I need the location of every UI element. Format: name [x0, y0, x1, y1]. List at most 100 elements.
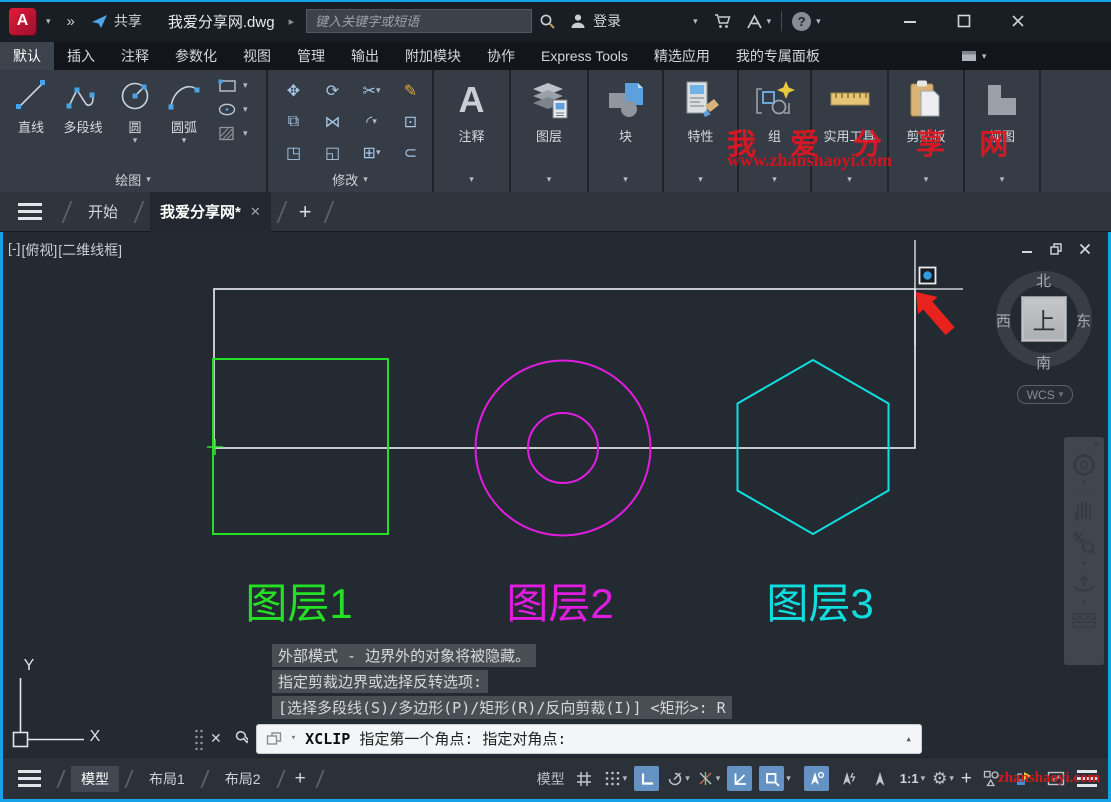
ribbon-tab-default[interactable]: 默认: [0, 42, 54, 70]
window-minimize-button[interactable]: [903, 14, 917, 28]
panel-clipboard[interactable]: 剪贴板 ▾: [889, 70, 965, 192]
cart-icon[interactable]: [714, 13, 732, 29]
tool-rectangle[interactable]: ▾: [218, 78, 248, 93]
tool-stretch[interactable]: ◳: [274, 137, 313, 168]
viewport-minimize-control[interactable]: [-]: [8, 240, 20, 260]
ribbon-tab-featured-apps[interactable]: 精选应用: [641, 42, 723, 70]
dock-drag-handle[interactable]: [194, 728, 203, 750]
model-tab[interactable]: 模型: [71, 766, 119, 792]
ribbon-tab-manage[interactable]: 管理: [284, 42, 338, 70]
ribbon-tab-annotate[interactable]: 注释: [108, 42, 162, 70]
panel-utilities[interactable]: 实用工具 ▾: [812, 70, 889, 192]
tool-arc[interactable]: 圆弧 ▾: [158, 76, 210, 145]
viewcube-west[interactable]: 西: [996, 310, 1011, 331]
layer2-label[interactable]: 图层2: [506, 580, 613, 627]
signin-button[interactable]: 登录: [593, 11, 621, 31]
search-icon[interactable]: [539, 13, 556, 30]
app-menu-dropdown-icon[interactable]: ▾: [46, 17, 51, 26]
search-input[interactable]: [306, 9, 532, 33]
ortho-mode-toggle[interactable]: [634, 766, 659, 791]
clean-screen-button[interactable]: [1043, 766, 1068, 791]
navbar-close-icon[interactable]: ✕: [1092, 439, 1100, 450]
file-tab-start[interactable]: 开始: [78, 201, 128, 222]
tool-scale[interactable]: ◱: [313, 137, 352, 168]
filename-flyout-icon[interactable]: ▸: [289, 15, 295, 28]
tool-copy[interactable]: ⧉: [274, 106, 313, 137]
autodesk-logo-icon[interactable]: [746, 14, 763, 29]
annotation-scale-value[interactable]: 1:1 ▾: [900, 771, 925, 786]
layout-menu-icon[interactable]: [18, 770, 41, 787]
ribbon-tab-collaborate[interactable]: 协作: [474, 42, 528, 70]
pan-hand-icon[interactable]: [1072, 496, 1096, 522]
layer1-rectangle[interactable]: [213, 359, 388, 534]
command-dropdown-icon[interactable]: ▾: [291, 734, 296, 743]
snap-mode-toggle[interactable]: ▾: [604, 770, 628, 787]
panel-draw-footer[interactable]: 绘图 ▾: [0, 169, 266, 192]
wheel-dropdown-icon[interactable]: ▾: [1082, 478, 1087, 487]
panel-flyout-icon[interactable]: ▾: [623, 175, 628, 184]
circle-dropdown-icon[interactable]: ▾: [133, 136, 138, 145]
panel-flyout-icon[interactable]: ▾: [772, 175, 777, 184]
navigation-bar[interactable]: ✕ ▾ ▾ ▾: [1064, 437, 1104, 665]
tool-trim[interactable]: ✂▾: [352, 75, 391, 106]
panel-flyout-icon[interactable]: ▾: [469, 175, 474, 184]
ribbon-tab-view[interactable]: 视图: [230, 42, 284, 70]
tool-array[interactable]: ⊞▾: [352, 137, 391, 168]
status-customize-menu-icon[interactable]: [1077, 770, 1097, 787]
window-maximize-button[interactable]: [957, 14, 971, 28]
drawing-canvas[interactable]: 图层1 图层2 图层3 Y X [-] [俯视] [二维线框] 北: [0, 232, 1111, 757]
orbit-icon[interactable]: [1071, 572, 1097, 596]
ribbon-tab-insert[interactable]: 插入: [54, 42, 108, 70]
object-snap-tracking-toggle[interactable]: ▾: [697, 770, 721, 787]
navigation-wheel-icon[interactable]: [1071, 452, 1097, 478]
ribbon-collapse-button[interactable]: ▾: [961, 42, 987, 70]
zoom-dropdown-icon[interactable]: ▾: [1082, 559, 1087, 568]
app-menu-button[interactable]: A: [9, 8, 36, 35]
viewport-visual-style-control[interactable]: [二维线框]: [58, 240, 122, 260]
tool-rotate[interactable]: ⟳: [313, 75, 352, 106]
viewport-view-control[interactable]: [俯视]: [21, 240, 57, 260]
grid-display-toggle[interactable]: [572, 766, 597, 791]
file-tab-close-icon[interactable]: ✕: [250, 204, 261, 220]
clip-boundary-rectangle[interactable]: [214, 289, 915, 448]
drawing-minimize-button[interactable]: [1021, 243, 1033, 255]
viewcube-east[interactable]: 东: [1076, 310, 1091, 331]
tool-circle[interactable]: 圆 ▾: [112, 76, 158, 145]
graphics-performance-button[interactable]: [1011, 766, 1036, 791]
dock-close-icon[interactable]: ✕: [210, 730, 222, 747]
customize-wrench-icon[interactable]: [231, 730, 248, 747]
workspace-switching[interactable]: ⚙ ▾: [932, 769, 954, 789]
annotation-scale-button[interactable]: [868, 766, 893, 791]
panel-view[interactable]: 视图 ▾: [965, 70, 1041, 192]
tool-erase[interactable]: ✎: [391, 75, 430, 106]
tool-hatch[interactable]: ▾: [218, 126, 248, 141]
panel-flyout-icon[interactable]: ▾: [847, 175, 852, 184]
annotation-autoscale-toggle[interactable]: [836, 766, 861, 791]
arc-dropdown-icon[interactable]: ▾: [182, 136, 187, 145]
ribbon-tab-custom-panel[interactable]: 我的专属面板: [723, 42, 833, 70]
tool-polyline[interactable]: 多段线: [54, 76, 112, 145]
model-space-indicator[interactable]: 模型: [537, 769, 565, 789]
tool-3d-box[interactable]: ⊡: [391, 106, 430, 137]
layout1-tab[interactable]: 布局1: [139, 766, 195, 792]
file-tabs-menu-icon[interactable]: [18, 203, 42, 220]
ribbon-tab-output[interactable]: 输出: [338, 42, 392, 70]
panel-flyout-icon[interactable]: ▾: [1000, 175, 1005, 184]
new-layout-button[interactable]: +: [295, 768, 306, 790]
file-tab-drawing[interactable]: 我爱分享网* ✕: [150, 192, 271, 232]
customization-plus-button[interactable]: +: [961, 768, 972, 790]
tool-move[interactable]: ✥: [274, 75, 313, 106]
panel-block[interactable]: 块 ▾: [589, 70, 664, 192]
panel-flyout-icon[interactable]: ▾: [698, 175, 703, 184]
drawing-restore-button[interactable]: [1050, 243, 1062, 255]
window-close-button[interactable]: [1011, 14, 1025, 28]
viewcube-north[interactable]: 北: [1036, 270, 1051, 291]
ribbon-tab-express-tools[interactable]: Express Tools: [528, 42, 641, 70]
panel-flyout-icon[interactable]: ▾: [547, 175, 552, 184]
viewcube-top-face[interactable]: 上: [1021, 296, 1067, 342]
orbit-dropdown-icon[interactable]: ▾: [1082, 598, 1087, 607]
share-button[interactable]: 共享: [91, 11, 142, 31]
help-button[interactable]: ?: [792, 12, 811, 31]
polar-tracking-toggle[interactable]: ▾: [666, 770, 690, 787]
tool-offset[interactable]: ⊂: [391, 137, 430, 168]
